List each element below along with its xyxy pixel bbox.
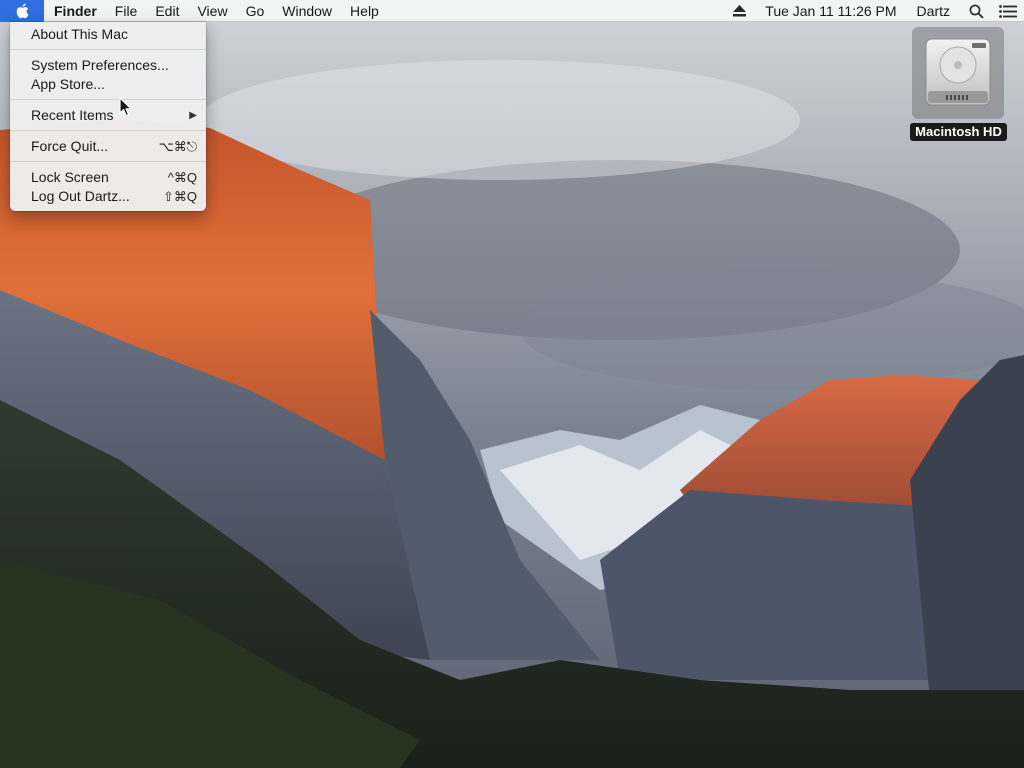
apple-dropdown-menu: About This Mac System Preferences... App…	[10, 22, 206, 211]
search-icon[interactable]	[960, 0, 992, 22]
menu-item-label: Force Quit...	[31, 138, 109, 154]
menu-item-shortcut: ⇧⌘Q	[162, 189, 197, 204]
menu-view[interactable]: View	[188, 0, 236, 22]
menu-item-shortcut: ^⌘Q	[167, 170, 197, 185]
menu-help[interactable]: Help	[341, 0, 388, 22]
notification-center-icon[interactable]	[992, 0, 1024, 22]
apple-menu-button[interactable]	[0, 0, 44, 22]
menu-item-recent-items[interactable]: Recent Items ▶	[10, 106, 206, 125]
macintosh-hd-label[interactable]: Macintosh HD	[910, 123, 1007, 141]
menu-item-label: App Store...	[31, 76, 105, 92]
menu-clock[interactable]: Tue Jan 11 11:26 PM	[755, 0, 906, 22]
menu-bar: Finder File Edit View Go Window Help Tue…	[0, 0, 1024, 22]
menu-item-system-preferences[interactable]: System Preferences...	[10, 56, 206, 75]
menu-app-finder[interactable]: Finder	[44, 0, 106, 22]
menu-window[interactable]: Window	[273, 0, 341, 22]
menu-item-label: Log Out Dartz...	[31, 188, 130, 204]
menu-separator	[10, 99, 206, 100]
menu-item-label: Recent Items	[31, 107, 114, 123]
submenu-arrow-icon: ▶	[189, 110, 197, 121]
menu-go[interactable]: Go	[237, 0, 274, 22]
menu-item-force-quit[interactable]: Force Quit... ⌥⌘⎋	[10, 137, 206, 156]
menu-item-shortcut: ⌥⌘⎋	[158, 139, 197, 154]
menu-user[interactable]: Dartz	[907, 0, 960, 22]
menu-edit[interactable]: Edit	[146, 0, 188, 22]
menu-separator	[10, 49, 206, 50]
menu-separator	[10, 130, 206, 131]
menu-item-app-store[interactable]: App Store...	[10, 75, 206, 94]
menu-item-label: Lock Screen	[31, 169, 109, 185]
hard-drive-icon	[925, 38, 991, 106]
apple-icon	[16, 3, 29, 18]
menu-file[interactable]: File	[106, 0, 147, 22]
menu-bar-extras: Tue Jan 11 11:26 PM Dartz	[723, 0, 1024, 22]
eject-icon[interactable]	[723, 0, 755, 22]
menu-item-log-out[interactable]: Log Out Dartz... ⇧⌘Q	[10, 187, 206, 206]
macintosh-hd-desktop-icon[interactable]	[912, 27, 1004, 119]
menu-separator	[10, 161, 206, 162]
menu-item-label: About This Mac	[31, 26, 129, 42]
menu-item-about-this-mac[interactable]: About This Mac	[10, 25, 206, 44]
menu-item-label: System Preferences...	[31, 57, 169, 73]
menu-item-lock-screen[interactable]: Lock Screen ^⌘Q	[10, 168, 206, 187]
desktop[interactable]: Finder File Edit View Go Window Help Tue…	[0, 0, 1024, 768]
mouse-cursor-icon	[119, 97, 132, 117]
